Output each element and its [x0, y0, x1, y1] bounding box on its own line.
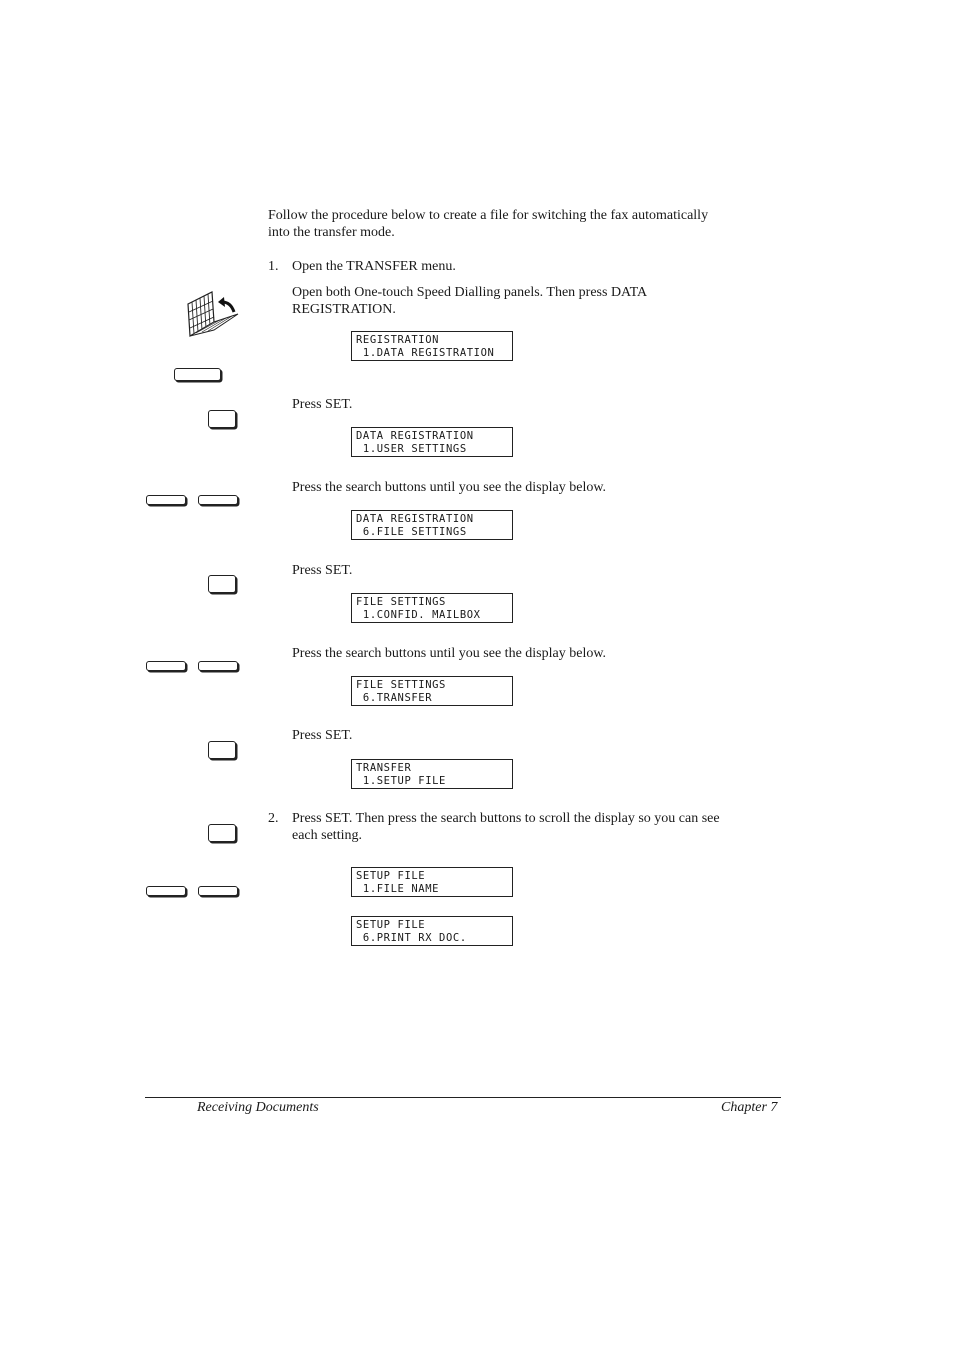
search-right-button-icon [198, 495, 238, 505]
lcd-display: DATA REGISTRATION 1.USER SETTINGS [351, 427, 513, 457]
step-1-instruction-line-2: REGISTRATION. [292, 302, 396, 317]
press-set-text: Press SET. [292, 728, 353, 743]
footer-divider [145, 1097, 781, 1098]
press-set-text: Press SET. [292, 563, 353, 578]
lcd-line-2: 1.USER SETTINGS [356, 443, 467, 455]
lcd-line-2: 1.CONFID. MAILBOX [356, 609, 481, 621]
lcd-line-1: FILE SETTINGS [356, 596, 446, 608]
lcd-line-2: 6.FILE SETTINGS [356, 526, 467, 538]
set-button-icon [208, 741, 236, 759]
step-1-instruction: Open both One-touch Speed Dialling panel… [292, 284, 647, 318]
lcd-line-1: REGISTRATION [356, 334, 440, 346]
footer-chapter: Chapter 7 [721, 1100, 778, 1115]
search-left-button-icon [146, 886, 186, 896]
one-touch-panel-icon [184, 290, 240, 340]
step-2-text: Press SET. Then press the search buttons… [292, 810, 720, 844]
intro-paragraph: Follow the procedure below to create a f… [268, 207, 708, 241]
search-right-button-icon [198, 886, 238, 896]
lcd-line-1: DATA REGISTRATION [356, 430, 474, 442]
lcd-line-2: 1.DATA REGISTRATION [356, 347, 495, 359]
intro-line-1: Follow the procedure below to create a f… [268, 208, 709, 223]
set-button-icon [208, 824, 236, 842]
step-1-title: Open the TRANSFER menu. [292, 259, 456, 274]
lcd-line-2: 1.FILE NAME [356, 883, 440, 895]
lcd-display: REGISTRATION 1.DATA REGISTRATION [351, 331, 513, 361]
lcd-line-1: DATA REGISTRATION [356, 513, 474, 525]
footer-section-title: Receiving Documents [197, 1100, 319, 1115]
lcd-line-1: FILE SETTINGS [356, 679, 446, 691]
press-search-text: Press the search buttons until you see t… [292, 480, 607, 495]
set-button-icon [208, 410, 236, 428]
step-1-number: 1. [268, 259, 279, 274]
lcd-line-1: TRANSFER [356, 762, 412, 774]
intro-line-2: into the transfer mode. [268, 225, 395, 240]
lcd-line-1: SETUP FILE [356, 870, 426, 882]
lcd-line-1: SETUP FILE [356, 919, 426, 931]
lcd-line-2: 6.TRANSFER [356, 692, 433, 704]
lcd-display: DATA REGISTRATION 6.FILE SETTINGS [351, 510, 513, 540]
search-left-button-icon [146, 495, 186, 505]
lcd-display: TRANSFER 1.SETUP FILE [351, 759, 513, 789]
lcd-line-2: 1.SETUP FILE [356, 775, 446, 787]
press-search-text: Press the search buttons until you see t… [292, 646, 607, 661]
lcd-display: SETUP FILE 6.PRINT RX DOC. [351, 916, 513, 946]
lcd-display: FILE SETTINGS 6.TRANSFER [351, 676, 513, 706]
press-set-text: Press SET. [292, 397, 353, 412]
data-registration-button-icon [174, 368, 221, 381]
step-2-line-1: Press SET. Then press the search buttons… [292, 811, 720, 826]
step-1-instruction-line-1: Open both One-touch Speed Dialling panel… [292, 285, 648, 300]
set-button-icon [208, 575, 236, 593]
lcd-display: SETUP FILE 1.FILE NAME [351, 867, 513, 897]
lcd-display: FILE SETTINGS 1.CONFID. MAILBOX [351, 593, 513, 623]
lcd-line-2: 6.PRINT RX DOC. [356, 932, 467, 944]
search-left-button-icon [146, 661, 186, 671]
step-2-line-2: each setting. [292, 828, 362, 843]
search-right-button-icon [198, 661, 238, 671]
step-2-number: 2. [268, 811, 279, 826]
